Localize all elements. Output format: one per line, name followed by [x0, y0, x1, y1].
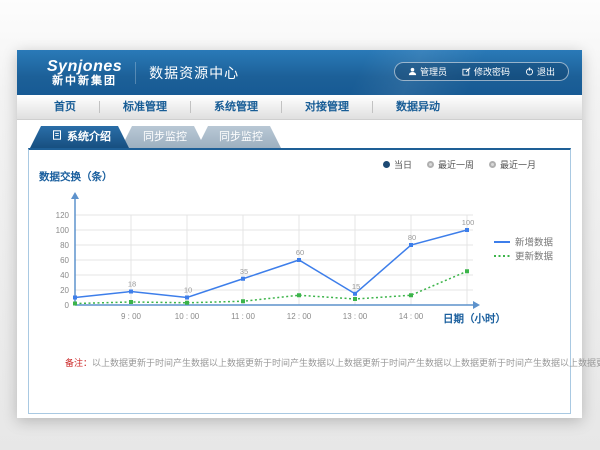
- svg-text:13 : 00: 13 : 00: [343, 312, 368, 321]
- nav-item-system-management[interactable]: 系统管理: [191, 95, 281, 119]
- radio-label: 最近一周: [438, 158, 474, 171]
- tab-sync-monitor-2[interactable]: 同步监控: [197, 126, 281, 148]
- svg-text:80: 80: [60, 241, 69, 250]
- change-password-label: 修改密码: [474, 65, 510, 78]
- note-prefix: 备注：: [65, 358, 92, 368]
- nav-item-home[interactable]: 首页: [31, 95, 99, 119]
- nav-item-data-change[interactable]: 数据异动: [373, 95, 463, 119]
- power-icon: [525, 67, 534, 76]
- radio-label: 当日: [394, 158, 412, 171]
- svg-text:9 : 00: 9 : 00: [121, 312, 142, 321]
- user-toolbar: 管理员 修改密码 退出: [394, 62, 569, 81]
- brand-logo-text: Synjones: [47, 58, 122, 76]
- radio-last-week[interactable]: 最近一周: [427, 158, 474, 171]
- svg-text:20: 20: [60, 286, 69, 295]
- svg-text:新增数据: 新增数据: [515, 237, 554, 249]
- svg-text:40: 40: [60, 271, 69, 280]
- svg-text:100: 100: [462, 218, 475, 227]
- svg-text:18: 18: [128, 280, 136, 289]
- tab-sync-monitor-1[interactable]: 同步监控: [121, 126, 205, 148]
- svg-text:60: 60: [60, 256, 69, 265]
- document-icon: [52, 126, 62, 148]
- svg-text:日期（小时）: 日期（小时）: [443, 312, 506, 325]
- edit-icon: [462, 67, 471, 76]
- current-user-label: 管理员: [420, 65, 447, 78]
- main-nav: 首页 标准管理 系统管理 对接管理 数据异动: [17, 95, 582, 120]
- svg-text:15: 15: [352, 282, 360, 291]
- user-icon: [408, 67, 417, 76]
- svg-text:10: 10: [184, 286, 192, 295]
- logout-label: 退出: [537, 65, 555, 78]
- chart-panel: 当日 最近一周 最近一月 0 20 40 60 80 100 120 9 : 00 10 : 0…: [28, 148, 571, 414]
- tab-label: 同步监控: [219, 131, 263, 143]
- svg-text:60: 60: [296, 248, 304, 257]
- svg-text:14 : 00: 14 : 00: [399, 312, 424, 321]
- app-window: Synjones 新中新集团 数据资源中心 管理员 修改密码 退出: [17, 50, 582, 418]
- tab-bar: 系统介绍 同步监控 同步监控: [30, 126, 571, 148]
- tab-label: 系统介绍: [67, 126, 111, 148]
- svg-text:12 : 00: 12 : 00: [287, 312, 312, 321]
- logout-button[interactable]: 退出: [525, 65, 555, 78]
- svg-text:80: 80: [408, 233, 416, 242]
- radio-last-month[interactable]: 最近一月: [489, 158, 536, 171]
- radio-label: 最近一月: [500, 158, 536, 171]
- tab-system-intro[interactable]: 系统介绍: [30, 126, 129, 148]
- radio-unselected-icon: [489, 161, 496, 168]
- radio-selected-icon: [383, 161, 390, 168]
- svg-text:120: 120: [56, 211, 70, 220]
- footer-note: 备注：以上数据更新于时间产生数据以上数据更新于时间产生数据以上数据更新于时间产生…: [65, 356, 600, 369]
- nav-item-integration-management[interactable]: 对接管理: [282, 95, 372, 119]
- app-header: Synjones 新中新集团 数据资源中心 管理员 修改密码 退出: [17, 50, 582, 95]
- nav-item-standard-management[interactable]: 标准管理: [100, 95, 190, 119]
- svg-text:100: 100: [56, 226, 70, 235]
- brand-logo: Synjones 新中新集团: [47, 58, 122, 88]
- page-title: 数据资源中心: [135, 62, 239, 84]
- line-chart: 0 20 40 60 80 100 120 9 : 00 10 : 00 11 : 00 12 : …: [29, 164, 571, 336]
- change-password-button[interactable]: 修改密码: [462, 65, 510, 78]
- svg-text:11 : 00: 11 : 00: [231, 312, 255, 321]
- time-range-filter: 当日 最近一周 最近一月: [383, 158, 536, 171]
- svg-text:0: 0: [65, 301, 70, 310]
- radio-unselected-icon: [427, 161, 434, 168]
- brand-logo-subtext: 新中新集团: [47, 75, 122, 87]
- svg-text:数据交换（条）: 数据交换（条）: [38, 170, 113, 183]
- svg-text:35: 35: [240, 267, 248, 276]
- svg-text:10 : 00: 10 : 00: [175, 312, 200, 321]
- tab-label: 同步监控: [143, 131, 187, 143]
- note-text: 以上数据更新于时间产生数据以上数据更新于时间产生数据以上数据更新于时间产生数据以…: [92, 358, 600, 368]
- svg-text:更新数据: 更新数据: [515, 251, 554, 263]
- content-area: 系统介绍 同步监控 同步监控 当日 最近一周: [17, 120, 582, 414]
- current-user-button[interactable]: 管理员: [408, 65, 447, 78]
- radio-today[interactable]: 当日: [383, 158, 412, 171]
